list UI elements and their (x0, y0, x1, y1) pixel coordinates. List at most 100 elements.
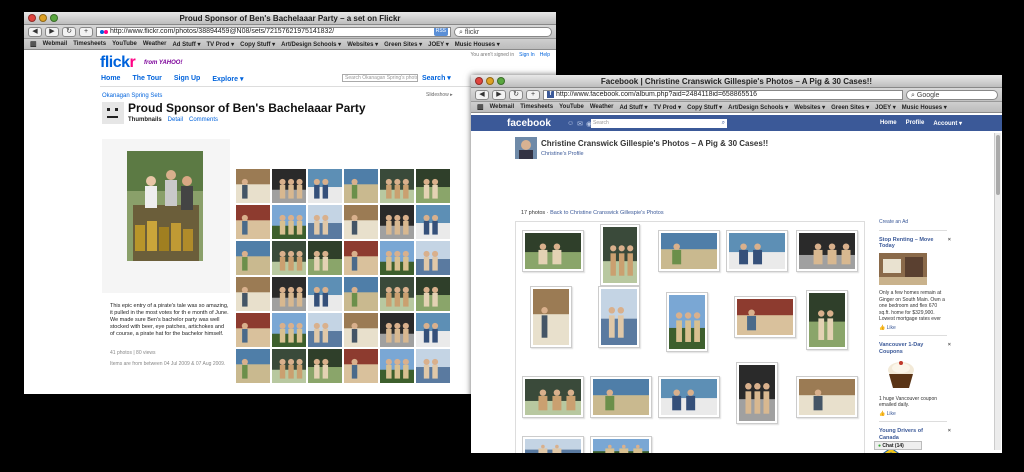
bookmark-item[interactable]: Ad Stuff ▾ (619, 104, 647, 111)
photo-thumbnail[interactable] (380, 205, 414, 239)
close-icon[interactable]: × (948, 342, 951, 349)
facebook-search-input[interactable]: Search ⌕ (591, 119, 727, 128)
site-search-input[interactable]: Search Okanagan Spring's photos (342, 74, 418, 82)
bookmark-item[interactable]: Weather (590, 104, 614, 110)
photo-thumbnail[interactable] (344, 277, 378, 311)
nav-profile[interactable]: Profile (906, 120, 925, 127)
photo-thumbnail[interactable] (416, 169, 450, 203)
nav-home[interactable]: Home (880, 120, 897, 127)
album-photo-thumbnail[interactable] (658, 230, 720, 272)
album-photo-thumbnail[interactable] (666, 292, 708, 352)
bookmark-item[interactable]: Timesheets (73, 41, 106, 47)
bookmark-item[interactable]: Green Sites ▾ (831, 104, 869, 111)
reload-icon[interactable]: ↻ (509, 89, 523, 100)
reload-icon[interactable]: ↻ (62, 26, 76, 37)
slideshow-link[interactable]: Slideshow ▸ (426, 92, 453, 98)
ad-title[interactable]: Stop Renting – Move Today × (879, 237, 951, 250)
photo-thumbnail[interactable] (416, 313, 450, 347)
photo-thumbnail[interactable] (272, 349, 306, 383)
nav-the-tour[interactable]: The Tour (132, 75, 161, 83)
browser-search-field[interactable]: ⌕ flickr (454, 26, 552, 37)
back-to-photos-link[interactable]: Back to Christine Cranswick Gillespie's … (550, 210, 664, 216)
nav-explore[interactable]: Explore ▾ (212, 75, 243, 83)
page-scrollbar[interactable] (994, 133, 1001, 450)
album-photo-thumbnail[interactable] (522, 436, 584, 453)
bookmark-item[interactable]: Timesheets (520, 104, 553, 110)
photo-thumbnail[interactable] (416, 241, 450, 275)
bookmark-item[interactable]: Music Houses ▾ (455, 41, 500, 48)
minimize-window-button[interactable] (486, 77, 494, 85)
photo-thumbnail[interactable] (308, 241, 342, 275)
album-photo-thumbnail[interactable] (522, 230, 584, 272)
add-bookmark-button[interactable]: + (79, 26, 93, 37)
site-search-button[interactable]: Search ▾ (422, 74, 451, 82)
tab-thumbnails[interactable]: Thumbnails (128, 117, 162, 123)
sign-in-link[interactable]: Sign In (519, 52, 535, 58)
profile-link[interactable]: Christine's Profile (541, 151, 584, 157)
minimize-window-button[interactable] (39, 14, 47, 22)
zoom-window-button[interactable] (497, 77, 505, 85)
album-photo-thumbnail[interactable] (598, 286, 640, 348)
chat-bar[interactable]: ● Chat (14) (874, 441, 922, 450)
bookmark-item[interactable]: Art/Design Schools ▾ (281, 41, 341, 48)
photo-thumbnail[interactable] (236, 277, 270, 311)
back-button[interactable]: ◀ (28, 26, 42, 37)
photo-thumbnail[interactable] (344, 349, 378, 383)
messages-icon[interactable]: ✉ (577, 120, 583, 128)
avatar[interactable] (515, 137, 537, 159)
bookmark-item[interactable]: Webmail (490, 104, 515, 110)
bookmark-item[interactable]: TV Prod ▾ (206, 41, 234, 48)
nav-sign-up[interactable]: Sign Up (174, 75, 200, 83)
photo-thumbnail[interactable] (380, 313, 414, 347)
photo-thumbnail[interactable] (236, 169, 270, 203)
bookmark-item[interactable]: TV Prod ▾ (653, 104, 681, 111)
bookmark-item[interactable]: Webmail (43, 41, 68, 47)
album-photo-thumbnail[interactable] (734, 296, 796, 338)
album-photo-thumbnail[interactable] (796, 230, 858, 272)
like-link[interactable]: 👍 Like (879, 411, 947, 418)
address-bar[interactable]: http://www.flickr.com/photos/38894459@N0… (96, 26, 451, 37)
bookmark-item[interactable]: YouTube (559, 104, 584, 110)
forward-button[interactable]: ▶ (45, 26, 59, 37)
rss-icon[interactable]: RSS (433, 27, 448, 36)
photo-thumbnail[interactable] (272, 169, 306, 203)
album-photo-thumbnail[interactable] (806, 290, 848, 350)
bookmark-item[interactable]: Websites ▾ (794, 104, 825, 111)
breadcrumb[interactable]: Okanagan Spring Sets (102, 93, 162, 99)
album-photo-thumbnail[interactable] (590, 376, 652, 418)
bookmark-item[interactable]: Copy Stuff ▾ (240, 41, 275, 48)
photo-thumbnail[interactable] (272, 205, 306, 239)
bookmark-item[interactable]: YouTube (112, 41, 137, 47)
bookmark-item[interactable]: JOEY ▾ (428, 41, 449, 48)
bookmark-item[interactable]: Websites ▾ (347, 41, 378, 48)
photo-thumbnail[interactable] (236, 205, 270, 239)
close-icon[interactable]: × (948, 237, 951, 244)
photo-thumbnail[interactable] (272, 241, 306, 275)
photo-thumbnail[interactable] (344, 169, 378, 203)
browser-search-field[interactable]: ⌕ Google (906, 89, 998, 100)
photo-thumbnail[interactable] (308, 169, 342, 203)
photo-thumbnail[interactable] (308, 205, 342, 239)
photo-thumbnail[interactable] (344, 313, 378, 347)
friend-requests-icon[interactable]: ☺ (567, 120, 574, 128)
photo-thumbnail[interactable] (308, 349, 342, 383)
photo-thumbnail[interactable] (344, 241, 378, 275)
nav-account[interactable]: Account ▾ (933, 120, 962, 127)
bookmark-item[interactable]: Weather (143, 41, 167, 47)
forward-button[interactable]: ▶ (492, 89, 506, 100)
photo-thumbnail[interactable] (416, 205, 450, 239)
help-link[interactable]: Help (540, 52, 550, 58)
ad-image[interactable] (879, 252, 927, 285)
ad-title[interactable]: Young Drivers of Canada × (879, 428, 951, 441)
photo-thumbnail[interactable] (380, 349, 414, 383)
photo-thumbnail[interactable] (236, 313, 270, 347)
photo-thumbnail[interactable] (344, 205, 378, 239)
tab-detail[interactable]: Detail (168, 117, 183, 123)
bookmark-item[interactable]: Ad Stuff ▾ (172, 41, 200, 48)
close-window-button[interactable] (28, 14, 36, 22)
bookmark-item[interactable]: Art/Design Schools ▾ (728, 104, 788, 111)
add-bookmark-button[interactable]: + (526, 89, 540, 100)
photo-thumbnail[interactable] (236, 349, 270, 383)
photo-thumbnail[interactable] (380, 169, 414, 203)
nav-home[interactable]: Home (101, 75, 120, 83)
